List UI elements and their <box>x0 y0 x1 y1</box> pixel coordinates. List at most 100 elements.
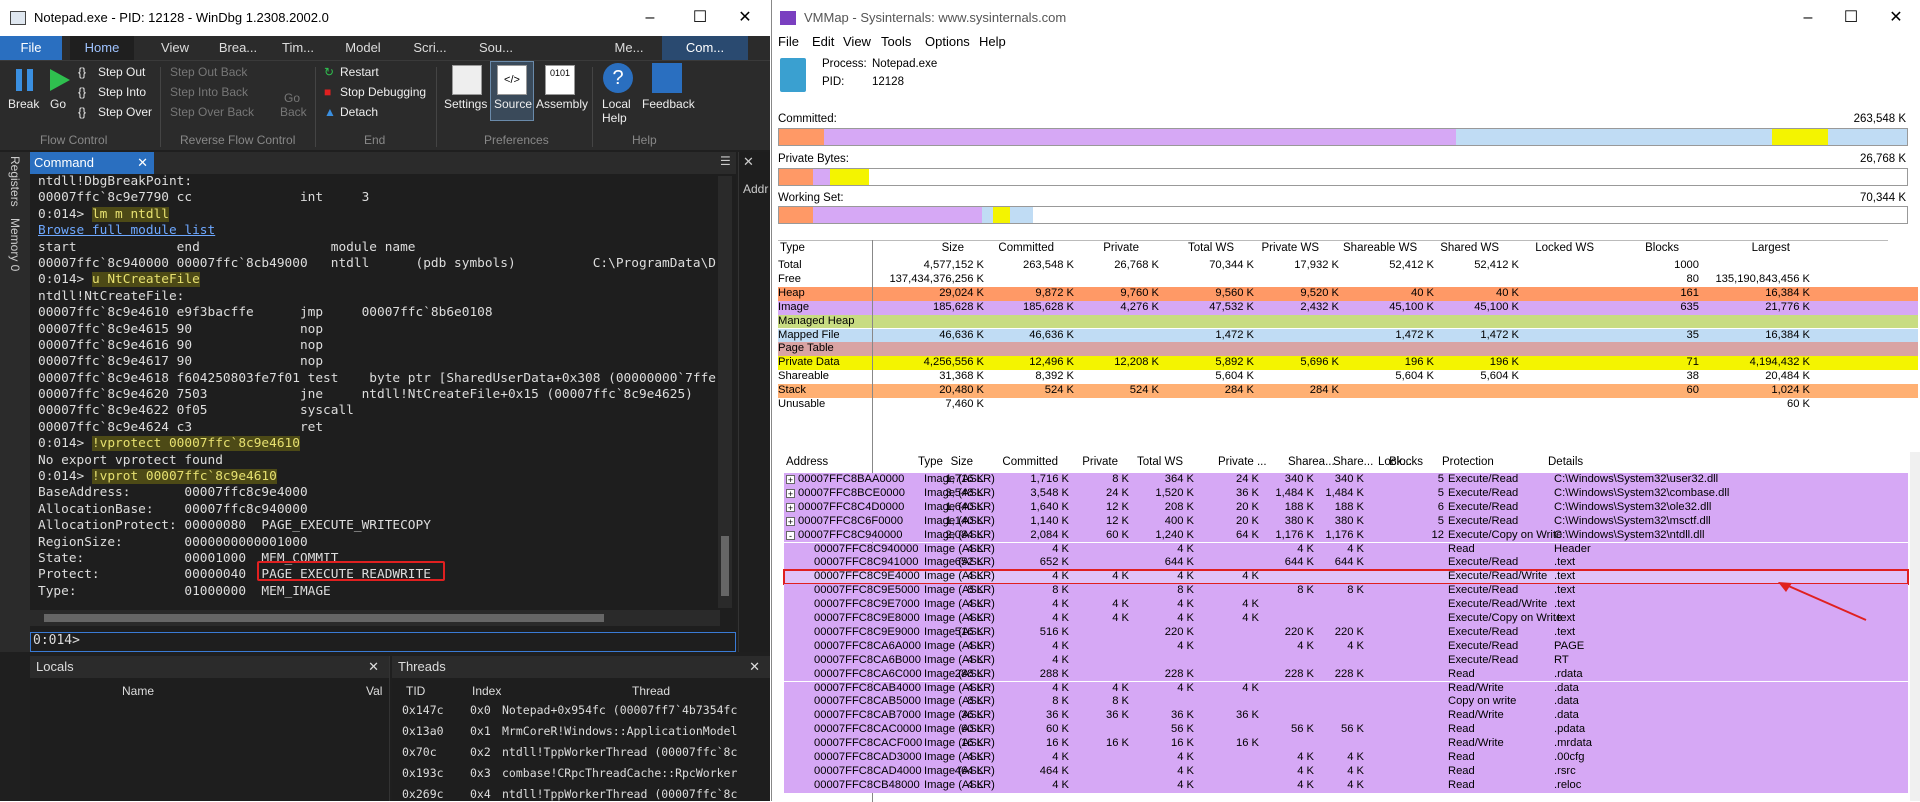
break-button[interactable]: Break <box>8 97 39 111</box>
detail-row[interactable]: +00007FFC8BCE0000 Image (ASLR) 3,548 K 3,54… <box>784 486 1908 501</box>
memory-tab[interactable]: Memory 0 <box>8 218 22 271</box>
menu-file[interactable]: File <box>778 34 799 49</box>
restart-button[interactable]: Restart <box>340 65 379 79</box>
detail-row[interactable]: 00007FFC8CAB7000 Image (ASLR) 36 K 36 K 36 K… <box>784 709 1908 724</box>
tab-memory[interactable]: Me... <box>600 36 658 60</box>
threads-col-index[interactable]: Index <box>472 684 501 698</box>
source-button[interactable]: Source <box>494 97 532 111</box>
expand-toggle[interactable]: + <box>786 502 795 512</box>
stop-debugging-button[interactable]: Stop Debugging <box>340 85 426 99</box>
step-into-button[interactable]: Step Into <box>98 85 146 99</box>
tab-breakpoints[interactable]: Brea... <box>210 36 266 60</box>
thread-cell[interactable]: 0x0 <box>470 703 491 717</box>
threads-col-thread[interactable]: Thread <box>632 684 670 698</box>
expand-toggle[interactable]: + <box>786 488 795 498</box>
detail-col-header[interactable]: Size <box>893 456 973 468</box>
step-over-back-button[interactable]: Step Over Back <box>170 105 254 119</box>
summary-row[interactable]: Stack 20,480 K 524 K 524 K 284 K 284 K 60 1,024… <box>778 384 1918 398</box>
detail-row[interactable]: 00007FFC8CAD3000 Image (ASLR) 4 K4 K4 K4 K… <box>784 751 1908 765</box>
detail-row[interactable]: 00007FFC8CAC0000 Image (ASLR) 60 K 60 K 56 K… <box>784 723 1908 738</box>
maximize-button[interactable]: ☐ <box>680 6 720 30</box>
summary-row[interactable]: Mapped File 46,636 K 46,636 K 1,472 K 1,472 … <box>778 328 1918 343</box>
step-into-back-button[interactable]: Step Into Back <box>170 85 248 99</box>
detail-row[interactable]: 00007FFC8CAB5000 Image (ASLR) 8 K8 K8 K Cop… <box>784 695 1908 710</box>
detail-row[interactable]: 00007FFC8C9E8000 Image (ASLR) 4 K4 K4 K4 K… <box>784 612 1908 626</box>
detail-row[interactable]: 00007FFC8CA6A000 Image (ASLR) 4 K4 K4 K4 K… <box>784 639 1908 654</box>
step-out-button[interactable]: Step Out <box>98 65 145 79</box>
detail-row[interactable]: -00007FFC8C940000 Image (ASLR) 2,084 K 2,08… <box>784 528 1908 543</box>
scroll-thumb[interactable] <box>721 536 729 596</box>
close-button[interactable]: ✕ <box>725 6 765 30</box>
step-over-button[interactable]: Step Over <box>98 105 152 119</box>
menu-options[interactable]: Options <box>925 34 970 49</box>
thread-cell[interactable]: 0x70c <box>402 745 437 759</box>
go-button[interactable]: Go <box>50 97 66 111</box>
detail-col-header[interactable]: Blocks <box>1343 456 1423 468</box>
output-vertical-scrollbar[interactable] <box>718 176 732 608</box>
summary-col-header[interactable]: Size <box>798 242 964 254</box>
thread-cell[interactable]: 0x147c <box>402 703 444 717</box>
detail-row[interactable]: 00007FFC8CA6B000 Image (ASLR) 4 K4 K Execut… <box>784 653 1908 668</box>
thread-cell[interactable]: ntdll!TppWorkerThread (00007ffc`8c <box>502 787 737 801</box>
tab-time-travel[interactable]: Tim... <box>270 36 326 60</box>
summary-col-header[interactable]: Largest <box>1703 242 1790 254</box>
expand-toggle[interactable]: - <box>786 530 795 540</box>
detail-col-header[interactable]: Private ... <box>1218 456 1267 468</box>
summary-row[interactable]: Total 4,577,152 K 263,548 K 26,768 K 70,344 … <box>778 259 1918 273</box>
expand-toggle[interactable]: + <box>786 516 795 526</box>
scroll-thumb[interactable] <box>44 614 604 622</box>
registers-tab[interactable]: Registers <box>8 156 22 207</box>
menu-help[interactable]: Help <box>979 34 1006 49</box>
detail-row[interactable]: 00007FFC8CB48000 Image (ASLR) 4 K4 K4 K4 K… <box>784 778 1908 793</box>
detail-row[interactable]: 00007FFC8CA6C000 Image (ASLR) 288 K 288 K 22… <box>784 667 1908 682</box>
menu-tools[interactable]: Tools <box>881 34 911 49</box>
thread-cell[interactable]: combase!CRpcThreadCache::RpcWorker <box>502 766 737 780</box>
tab-view[interactable]: View <box>145 36 205 60</box>
detail-col-header[interactable]: Details <box>1548 456 1583 468</box>
menu-edit[interactable]: Edit <box>812 34 834 49</box>
thread-cell[interactable]: 0x13a0 <box>402 724 444 738</box>
detail-row[interactable]: 00007FFC8C9E4000 Image (ASLR) 4 K4 K4 K4 K… <box>783 569 1909 586</box>
thread-cell[interactable]: 0x3 <box>470 766 491 780</box>
thread-cell[interactable]: 0x1 <box>470 724 491 738</box>
summary-col-header[interactable]: Total WS <box>1163 242 1234 254</box>
summary-col-header[interactable]: Committed <box>988 242 1054 254</box>
tab-command-window[interactable]: Command ✕ <box>30 152 154 174</box>
summary-row[interactable]: Free 137,434,376,256 K 80 135,190,843,456 K <box>778 272 1918 287</box>
detail-row[interactable]: 00007FFC8CACF000 Image (ASLR) 16 K 16 K 16 K… <box>784 737 1908 751</box>
feedback-button[interactable]: Feedback <box>642 97 695 111</box>
summary-col-header[interactable]: Locked WS <box>1523 242 1594 254</box>
detail-row[interactable]: 00007FFC8C941000 Image (ASLR) 652 K 652 K 64… <box>784 556 1908 571</box>
command-input[interactable]: 0:014> <box>30 632 736 652</box>
locals-col-value[interactable]: Val <box>366 684 382 698</box>
summary-row[interactable]: Heap 29,024 K 9,872 K 9,760 K 9,560 K 9,520 K… <box>778 286 1918 301</box>
summary-row[interactable]: Shareable 31,368 K 8,392 K 5,604 K 5,604 K 5,… <box>778 370 1918 385</box>
detail-col-header[interactable]: Sharea... <box>1288 456 1335 468</box>
summary-col-header[interactable]: Private WS <box>1258 242 1319 254</box>
close-icon[interactable]: ✕ <box>749 656 760 678</box>
detail-row[interactable]: 00007FFC8CAD4000 Image (ASLR) 464 K 464 K4 … <box>784 764 1908 779</box>
step-out-back-button[interactable]: Step Out Back <box>170 65 247 79</box>
tab-home[interactable]: Home <box>70 36 134 60</box>
summary-row[interactable]: Private Data 4,256,556 K 12,496 K 12,208 K5… <box>778 356 1918 371</box>
thread-cell[interactable]: 0x193c <box>402 766 444 780</box>
thread-cell[interactable]: MrmCoreR!Windows::ApplicationModel <box>502 724 737 738</box>
minimize-button[interactable]: – <box>630 6 670 30</box>
maximize-button[interactable]: ☐ <box>1831 6 1871 30</box>
summary-row[interactable]: Unusable 7,460 K 60 K <box>778 398 1918 412</box>
summary-row[interactable]: Managed Heap <box>778 314 1918 329</box>
minimize-button[interactable]: – <box>1788 6 1828 30</box>
detail-row[interactable]: 00007FFC8C940000 Image (ASLR) 4 K4 K4 K4 K… <box>784 542 1908 557</box>
close-icon[interactable]: ✕ <box>137 152 148 174</box>
thread-cell[interactable]: Notepad+0x954fc (00007ff7`4b7354fc <box>502 703 737 717</box>
detail-row[interactable]: +00007FFC8C4D0000 Image (ASLR) 1,640 K 1,64… <box>784 500 1908 515</box>
close-icon[interactable]: ✕ <box>743 154 754 170</box>
tab-scripting[interactable]: Scri... <box>400 36 460 60</box>
browse-module-link[interactable]: Browse full module list <box>38 223 215 238</box>
detail-row[interactable]: +00007FFC8C6F0000 Image (ASLR) 1,140 K 1,14… <box>784 514 1908 529</box>
thread-cell[interactable]: 0x269c <box>402 787 444 801</box>
summary-col-header[interactable]: Shared WS <box>1438 242 1499 254</box>
detail-row[interactable]: 00007FFC8C9E9000 Image (ASLR) 516 K 516 K 22… <box>784 625 1908 640</box>
summary-col-header[interactable]: Blocks <box>1618 242 1679 254</box>
summary-col-header[interactable]: Shareable WS <box>1343 242 1417 254</box>
